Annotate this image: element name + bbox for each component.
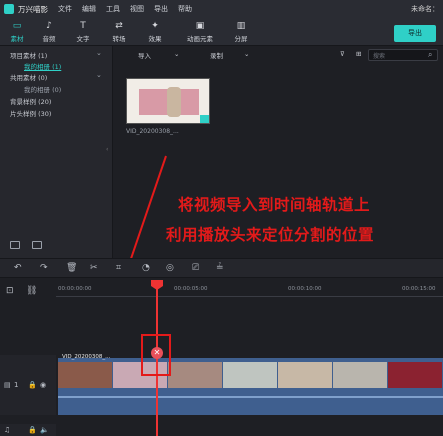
track-number: 1 xyxy=(14,381,19,389)
tab-split-screen[interactable]: ▥ 分屏 xyxy=(224,21,258,43)
lock-icon[interactable]: 🔒 xyxy=(28,381,37,389)
speed-icon[interactable]: ◔ xyxy=(142,263,150,273)
video-clip[interactable] xyxy=(58,362,443,388)
library-item-backgrounds[interactable]: 背景样例 (20) xyxy=(10,96,51,106)
menu-help[interactable]: 帮助 xyxy=(178,4,192,14)
effects-icon: ✦ xyxy=(151,21,159,31)
clip-frame xyxy=(58,362,112,388)
video-track-icon: ▤ xyxy=(4,381,11,389)
annotation-line-1: 将视频导入到时间轴轨道上 xyxy=(178,196,371,214)
music-note-icon: ♪ xyxy=(46,21,52,31)
menu-export[interactable]: 导出 xyxy=(154,4,168,14)
library-item-project[interactable]: 项目素材 (1) xyxy=(10,50,47,60)
transition-icon: ⇄ xyxy=(115,21,123,31)
crop-icon[interactable]: ⌗ xyxy=(116,263,121,273)
music-note-icon: ♫ xyxy=(4,426,11,434)
checkmark-icon xyxy=(200,115,209,123)
audio-settings-icon[interactable]: ≟ xyxy=(216,263,224,273)
split-scissors-icon[interactable]: ✕ xyxy=(151,347,163,359)
audio-track-header: ♫ 🔒 🔈 xyxy=(0,424,56,436)
library-item-my-album[interactable]: 我的相册 (1) xyxy=(24,61,61,71)
top-toolbar: ▭ 素材 ♪ 音频 T 文字 ⇄ 转场 ✦ 效果 ▣ 动画元素 ▥ 分屏 xyxy=(0,18,443,48)
tab-elements[interactable]: ▣ 动画元素 xyxy=(180,21,220,43)
record-button[interactable]: 录制 xyxy=(210,50,223,60)
media-clip-name: VID_20200308_... xyxy=(126,128,179,135)
timecode-1: 00:00:05:00 xyxy=(174,286,208,292)
link-icon[interactable]: ⛓ xyxy=(26,286,37,296)
redo-icon[interactable]: ↷ xyxy=(40,263,48,273)
tab-elements-label: 动画元素 xyxy=(187,35,213,43)
tab-effects[interactable]: ✦ 效果 xyxy=(138,21,172,43)
app-logo-icon xyxy=(4,4,14,14)
import-button[interactable]: 导入 xyxy=(138,50,151,60)
annotation-line-2: 利用播放头来定位分割的位置 xyxy=(166,226,375,244)
audio-waveform xyxy=(58,396,443,398)
timecode-3: 00:00:15:00 xyxy=(402,286,436,292)
folder-icon: ▭ xyxy=(12,21,22,31)
text-icon: T xyxy=(80,21,86,31)
project-status: 未命名： xyxy=(411,5,439,13)
eye-icon[interactable]: ◉ xyxy=(40,381,46,389)
split-screen-icon: ▥ xyxy=(236,21,246,31)
grid-view-icon[interactable]: ⊞ xyxy=(356,50,361,58)
cut-icon[interactable]: ✂ xyxy=(90,263,98,273)
timecode-0: 00:00:00:00 xyxy=(58,286,92,292)
library-item-shared-album[interactable]: 我的相册 (0) xyxy=(24,84,61,94)
delete-icon[interactable]: 🗑 xyxy=(66,263,77,273)
menu-file[interactable]: 文件 xyxy=(58,4,72,14)
video-track-header: ▤ 1 🔒 ◉ xyxy=(0,355,56,415)
add-track-icon[interactable]: ⊡ xyxy=(6,286,14,296)
tab-text-label: 文字 xyxy=(76,35,90,43)
clip-label: VID_20200308_... xyxy=(62,354,111,360)
timecode-2: 00:00:10:00 xyxy=(288,286,322,292)
timeline-ruler[interactable]: 00:00:00:00 00:00:05:00 00:00:10:00 00:0… xyxy=(56,282,443,302)
menu-view[interactable]: 视图 xyxy=(130,4,144,14)
app-name: 万兴喵影 xyxy=(18,4,48,14)
tab-transition-label: 转场 xyxy=(112,35,126,43)
tab-media-label: 素材 xyxy=(10,35,24,43)
clip-frame xyxy=(388,362,442,388)
tab-transition[interactable]: ⇄ 转场 xyxy=(102,21,136,43)
tab-media[interactable]: ▭ 素材 xyxy=(0,21,34,48)
tab-audio-label: 音频 xyxy=(42,35,56,43)
chevron-down-icon[interactable]: ⌄ xyxy=(96,49,102,57)
library-item-shared[interactable]: 共用素材 (0) xyxy=(10,72,47,82)
image-icon: ▣ xyxy=(195,21,205,31)
tab-effects-label: 效果 xyxy=(148,35,162,43)
undo-icon[interactable]: ↶ xyxy=(14,263,22,273)
chevron-down-icon[interactable]: ⌄ xyxy=(96,71,102,79)
clip-frame xyxy=(333,362,387,388)
tab-split-screen-label: 分屏 xyxy=(234,35,248,43)
record-dropdown-icon[interactable]: ⌄ xyxy=(244,50,249,58)
color-icon[interactable]: ◎ xyxy=(166,263,174,273)
lock-icon[interactable]: 🔒 xyxy=(28,426,37,434)
media-thumbnail[interactable] xyxy=(126,78,210,124)
folder-icon[interactable] xyxy=(32,241,42,249)
export-button[interactable]: 导出 xyxy=(394,25,436,42)
clip-frame xyxy=(223,362,277,388)
ruler-line xyxy=(56,296,443,297)
menu-tools[interactable]: 工具 xyxy=(106,4,120,14)
tab-audio[interactable]: ♪ 音频 xyxy=(32,21,66,43)
filter-icon[interactable]: ⊽ xyxy=(340,50,345,58)
library-item-intros[interactable]: 片头样例 (30) xyxy=(10,108,51,118)
edit-toolbar: ↶ ↷ 🗑 ✂ ⌗ ◔ ◎ ⎚ ≟ xyxy=(0,258,443,278)
clip-frame xyxy=(278,362,332,388)
thumbnail-figure xyxy=(167,87,181,117)
tab-text[interactable]: T 文字 xyxy=(66,21,100,43)
snapshot-icon[interactable]: ⎚ xyxy=(192,263,199,273)
import-dropdown-icon[interactable]: ⌄ xyxy=(174,50,179,58)
add-folder-icon[interactable] xyxy=(10,241,20,249)
title-bar: 万兴喵影 文件 编辑 工具 视图 导出 帮助 未命名： xyxy=(0,0,443,18)
clip-frame xyxy=(168,362,222,388)
menu-edit[interactable]: 编辑 xyxy=(82,4,96,14)
search-icon[interactable]: ⌕ xyxy=(428,50,432,60)
speaker-icon[interactable]: 🔈 xyxy=(40,426,49,434)
